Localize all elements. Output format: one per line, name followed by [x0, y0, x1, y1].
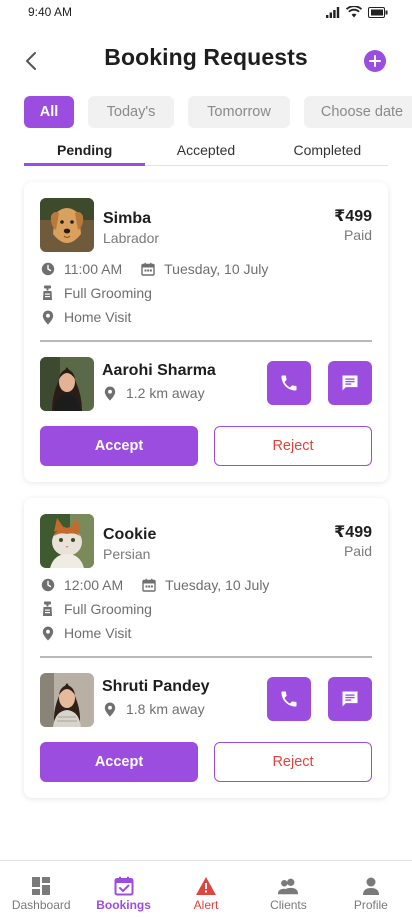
- card-divider: [40, 340, 372, 342]
- call-button[interactable]: [267, 677, 311, 721]
- pet-breed: Labrador: [103, 230, 160, 246]
- status-bar: 9:40 AM: [0, 0, 412, 24]
- chat-button[interactable]: [328, 361, 372, 405]
- client-avatar: [40, 673, 94, 727]
- filter-row: All Today's Tomorrow Choose date: [24, 96, 412, 128]
- client-name: Aarohi Sharma: [102, 362, 216, 379]
- client-distance-text: 1.8 km away: [126, 701, 205, 717]
- grooming-icon: [40, 285, 56, 301]
- booking-location-name: Home Visit: [64, 309, 132, 325]
- booking-time: 12:00 AM: [64, 577, 124, 593]
- location-pin-icon: [40, 309, 56, 325]
- booking-service: Full Grooming: [40, 600, 152, 618]
- status-time: 9:40 AM: [28, 5, 73, 19]
- dashboard-icon: [30, 875, 52, 897]
- client-avatar: [40, 357, 94, 411]
- header: Booking Requests: [0, 40, 412, 80]
- nav-dashboard[interactable]: Dashboard: [0, 861, 82, 917]
- pet-name: Cookie: [103, 526, 157, 543]
- booking-date: Tuesday, 10 July: [165, 577, 270, 593]
- accept-button[interactable]: Accept: [40, 426, 198, 466]
- filter-today[interactable]: Today's: [88, 96, 174, 128]
- tab-pending[interactable]: Pending: [24, 136, 146, 166]
- add-button[interactable]: [364, 50, 386, 72]
- chat-icon: [342, 691, 358, 707]
- payment-status: Paid: [343, 543, 372, 559]
- tab-completed[interactable]: Completed: [267, 136, 388, 165]
- booking-service-name: Full Grooming: [64, 601, 152, 617]
- booking-schedule: 11:00 AM Tuesday, 10 July: [40, 260, 268, 278]
- booking-price: ₹499: [334, 524, 372, 541]
- grooming-icon: [40, 601, 56, 617]
- pet-breed: Persian: [103, 546, 151, 562]
- location-pin-icon: [102, 701, 118, 717]
- booking-date-group: Tuesday, 10 July: [141, 577, 269, 593]
- nav-clients[interactable]: Clients: [247, 861, 329, 917]
- pet-photo: [40, 514, 94, 568]
- page-title: Booking Requests: [104, 44, 308, 70]
- booking-service-name: Full Grooming: [64, 285, 152, 301]
- location-pin-icon: [102, 385, 118, 401]
- location-pin-icon: [40, 625, 56, 641]
- nav-label: Dashboard: [11, 898, 71, 912]
- booking-location: Home Visit: [40, 308, 131, 326]
- nav-alert[interactable]: Alert: [165, 861, 247, 917]
- nav-label: Bookings: [96, 898, 151, 912]
- booking-schedule: 12:00 AM Tuesday, 10 July: [40, 576, 269, 594]
- reject-button[interactable]: Reject: [214, 742, 372, 782]
- calendar-icon: [140, 261, 156, 277]
- bookings-icon: [113, 875, 135, 897]
- client-name: Shruti Pandey: [102, 678, 210, 695]
- add-icon: [369, 55, 381, 67]
- chat-button[interactable]: [328, 677, 372, 721]
- filter-tomorrow[interactable]: Tomorrow: [188, 96, 290, 128]
- tab-accepted[interactable]: Accepted: [145, 136, 266, 165]
- calendar-icon: [141, 577, 157, 593]
- nav-label: Clients: [270, 898, 307, 912]
- wifi-icon: [346, 6, 362, 18]
- filter-choose-date[interactable]: Choose date: [304, 96, 412, 128]
- reject-button[interactable]: Reject: [214, 426, 372, 466]
- status-tabs: Pending Accepted Completed: [24, 136, 388, 166]
- clients-icon: [277, 875, 299, 897]
- booking-service: Full Grooming: [40, 284, 152, 302]
- clock-icon: [40, 261, 56, 277]
- client-distance: 1.2 km away: [102, 385, 205, 401]
- profile-icon: [360, 875, 382, 897]
- nav-bookings[interactable]: Bookings: [82, 861, 164, 917]
- clock-icon: [40, 577, 56, 593]
- booking-card: Simba Labrador ₹499 Paid 11:00 AM Tuesda…: [24, 182, 388, 482]
- nav-label: Profile: [353, 898, 388, 912]
- booking-card: Cookie Persian ₹499 Paid 12:00 AM Tuesda…: [24, 498, 388, 798]
- client-distance: 1.8 km away: [102, 701, 205, 717]
- filter-all[interactable]: All: [24, 96, 74, 128]
- nav-label: Alert: [193, 898, 219, 912]
- phone-icon: [281, 375, 297, 391]
- booking-date: Tuesday, 10 July: [164, 261, 269, 277]
- pet-name: Simba: [103, 210, 152, 227]
- booking-price: ₹499: [334, 208, 372, 225]
- call-button[interactable]: [267, 361, 311, 405]
- phone-icon: [281, 691, 297, 707]
- booking-location-name: Home Visit: [64, 625, 132, 641]
- status-icons: [326, 6, 388, 18]
- client-distance-text: 1.2 km away: [126, 385, 205, 401]
- alert-icon: [195, 875, 217, 897]
- chat-icon: [342, 375, 358, 391]
- bottom-nav: Dashboard Bookings Alert Clients Profile: [0, 860, 412, 917]
- nav-profile[interactable]: Profile: [330, 861, 412, 917]
- booking-time: 11:00 AM: [64, 261, 123, 277]
- payment-status: Paid: [343, 227, 372, 243]
- signal-icon: [326, 6, 340, 18]
- booking-location: Home Visit: [40, 624, 131, 642]
- pet-photo: [40, 198, 94, 252]
- accept-button[interactable]: Accept: [40, 742, 198, 782]
- battery-icon: [368, 6, 388, 18]
- card-divider: [40, 656, 372, 658]
- booking-date-group: Tuesday, 10 July: [140, 261, 268, 277]
